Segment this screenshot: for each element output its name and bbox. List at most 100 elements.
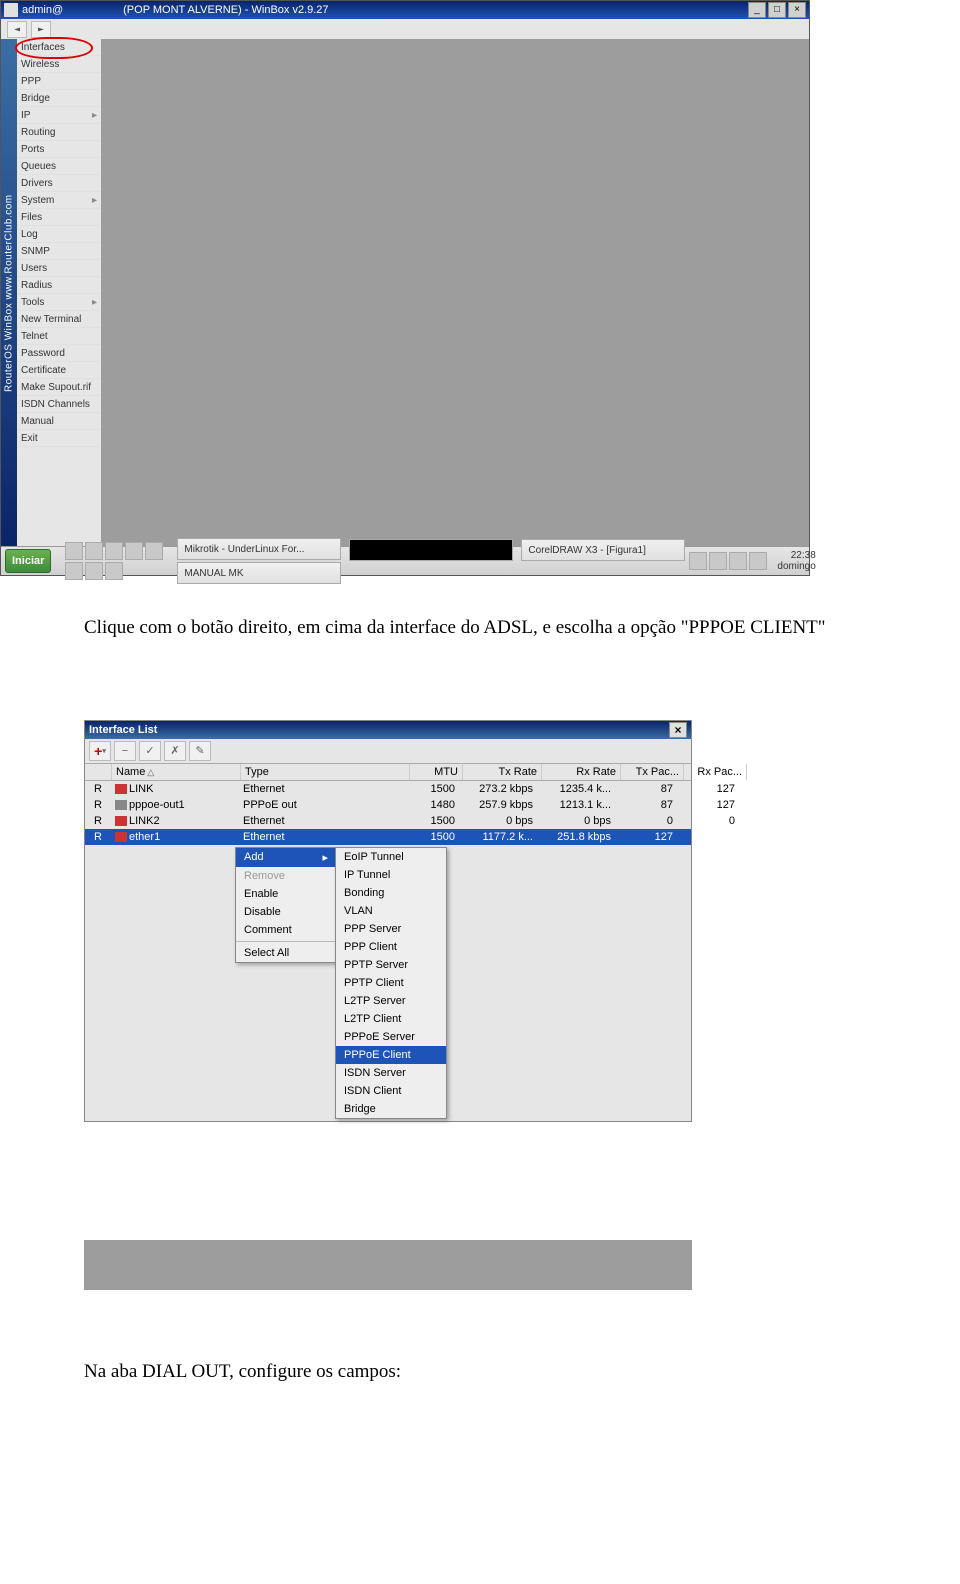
minimize-button[interactable]: _ bbox=[748, 2, 766, 18]
table-row[interactable]: Rether1Ethernet15001177.2 k...251.8 kbps… bbox=[85, 829, 691, 845]
menu-item-interfaces[interactable]: Interfaces bbox=[17, 39, 101, 56]
menu-item-ppp[interactable]: PPP bbox=[17, 73, 101, 90]
quicklaunch-icon[interactable] bbox=[85, 542, 103, 560]
menu-item-routing[interactable]: Routing bbox=[17, 124, 101, 141]
sideband-label: RouterOS WinBox www.RouterClub.com bbox=[1, 39, 17, 547]
app-icon bbox=[4, 3, 18, 17]
clock[interactable]: 22:38 domingo bbox=[773, 550, 819, 572]
sub-eoip-tunnel[interactable]: EoIP Tunnel bbox=[336, 848, 446, 866]
add-button[interactable]: +▾ bbox=[89, 741, 111, 761]
tray-icon[interactable] bbox=[729, 552, 747, 570]
instruction-text-1: Clique com o botão direito, em cima da i… bbox=[84, 616, 884, 640]
start-button[interactable]: Iniciar bbox=[5, 549, 51, 573]
menu-item-ip[interactable]: IP▸ bbox=[17, 107, 101, 124]
menu-item-new-terminal[interactable]: New Terminal bbox=[17, 311, 101, 328]
interface-icon bbox=[115, 832, 127, 842]
menu-item-exit[interactable]: Exit bbox=[17, 430, 101, 447]
window-titlebar[interactable]: Interface List × bbox=[85, 721, 691, 739]
context-menu: Add▸RemoveEnableDisableCommentSelect All bbox=[235, 847, 337, 963]
close-button[interactable]: × bbox=[788, 2, 806, 18]
ctx-disable[interactable]: Disable bbox=[236, 903, 336, 921]
taskbar-task[interactable]: Mikrotik - UnderLinux For... bbox=[177, 538, 341, 560]
taskbar-task[interactable] bbox=[349, 539, 513, 561]
forward-button[interactable]: ► bbox=[31, 21, 51, 38]
col-flag[interactable] bbox=[85, 764, 112, 780]
menu-item-snmp[interactable]: SNMP bbox=[17, 243, 101, 260]
tray-icon[interactable] bbox=[749, 552, 767, 570]
col-rxrate[interactable]: Rx Rate bbox=[542, 764, 621, 780]
back-button[interactable]: ◄ bbox=[7, 21, 27, 38]
sub-pppoe-client[interactable]: PPPoE Client bbox=[336, 1046, 446, 1064]
close-button[interactable]: × bbox=[669, 722, 687, 738]
ctx-add[interactable]: Add▸ bbox=[236, 848, 336, 867]
sub-pptp-server[interactable]: PPTP Server bbox=[336, 956, 446, 974]
menu-item-make-supout.rif[interactable]: Make Supout.rif bbox=[17, 379, 101, 396]
menu-item-ports[interactable]: Ports bbox=[17, 141, 101, 158]
menu-item-password[interactable]: Password bbox=[17, 345, 101, 362]
table-row[interactable]: RLINKEthernet1500273.2 kbps1235.4 k...87… bbox=[85, 781, 691, 797]
table-row[interactable]: RLINK2Ethernet15000 bps0 bps00 bbox=[85, 813, 691, 829]
taskbar-task[interactable]: CorelDRAW X3 - [Figura1] bbox=[521, 539, 685, 561]
sub-pppoe-server[interactable]: PPPoE Server bbox=[336, 1028, 446, 1046]
grid-header: Name△ Type MTU Tx Rate Rx Rate Tx Pac...… bbox=[85, 764, 691, 781]
quicklaunch-icon[interactable] bbox=[105, 562, 123, 580]
menu-item-manual[interactable]: Manual bbox=[17, 413, 101, 430]
sub-vlan[interactable]: VLAN bbox=[336, 902, 446, 920]
sub-bridge[interactable]: Bridge bbox=[336, 1100, 446, 1118]
menu-item-telnet[interactable]: Telnet bbox=[17, 328, 101, 345]
sub-isdn-server[interactable]: ISDN Server bbox=[336, 1064, 446, 1082]
sub-pptp-client[interactable]: PPTP Client bbox=[336, 974, 446, 992]
sub-l2tp-server[interactable]: L2TP Server bbox=[336, 992, 446, 1010]
titlebar[interactable]: admin@ (POP MONT ALVERNE) - WinBox v2.9.… bbox=[1, 1, 809, 19]
remove-button[interactable]: − bbox=[114, 741, 136, 761]
col-txpac[interactable]: Tx Pac... bbox=[621, 764, 684, 780]
title-suffix: (POP MONT ALVERNE) - WinBox v2.9.27 bbox=[123, 4, 328, 16]
quicklaunch-icon[interactable] bbox=[85, 562, 103, 580]
col-name[interactable]: Name△ bbox=[112, 764, 241, 780]
menu-item-queues[interactable]: Queues bbox=[17, 158, 101, 175]
interface-grid: Name△ Type MTU Tx Rate Rx Rate Tx Pac...… bbox=[85, 764, 691, 845]
instruction-text-2: Na aba DIAL OUT, configure os campos: bbox=[84, 1360, 884, 1384]
menu-item-wireless[interactable]: Wireless bbox=[17, 56, 101, 73]
sub-ppp-server[interactable]: PPP Server bbox=[336, 920, 446, 938]
menu-item-files[interactable]: Files bbox=[17, 209, 101, 226]
interface-icon bbox=[115, 816, 127, 826]
menu-item-certificate[interactable]: Certificate bbox=[17, 362, 101, 379]
disable-button[interactable]: ✗ bbox=[164, 741, 186, 761]
submenu-arrow-icon: ▸ bbox=[322, 851, 328, 864]
quicklaunch-icon[interactable] bbox=[65, 542, 83, 560]
col-mtu[interactable]: MTU bbox=[410, 764, 463, 780]
comment-button[interactable]: ✎ bbox=[189, 741, 211, 761]
menu-item-bridge[interactable]: Bridge bbox=[17, 90, 101, 107]
background-area bbox=[84, 1240, 692, 1290]
menu-item-isdn-channels[interactable]: ISDN Channels bbox=[17, 396, 101, 413]
menu-item-system[interactable]: System▸ bbox=[17, 192, 101, 209]
interface-list-screenshot: Interface List × +▾ − ✓ ✗ ✎ Name△ Type M… bbox=[84, 720, 692, 1290]
sub-l2tp-client[interactable]: L2TP Client bbox=[336, 1010, 446, 1028]
menu-item-users[interactable]: Users bbox=[17, 260, 101, 277]
quicklaunch-icon[interactable] bbox=[125, 542, 143, 560]
sub-isdn-client[interactable]: ISDN Client bbox=[336, 1082, 446, 1100]
quicklaunch-icon[interactable] bbox=[65, 562, 83, 580]
col-type[interactable]: Type bbox=[241, 764, 410, 780]
col-txrate[interactable]: Tx Rate bbox=[463, 764, 542, 780]
sub-bonding[interactable]: Bonding bbox=[336, 884, 446, 902]
col-rxpac[interactable]: Rx Pac... bbox=[684, 764, 747, 780]
tray-icon[interactable] bbox=[689, 552, 707, 570]
quicklaunch-icon[interactable] bbox=[105, 542, 123, 560]
menu-item-log[interactable]: Log bbox=[17, 226, 101, 243]
sub-ip-tunnel[interactable]: IP Tunnel bbox=[336, 866, 446, 884]
taskbar-task[interactable]: MANUAL MK bbox=[177, 562, 341, 584]
sub-ppp-client[interactable]: PPP Client bbox=[336, 938, 446, 956]
quicklaunch-icon[interactable] bbox=[145, 542, 163, 560]
menu-item-drivers[interactable]: Drivers bbox=[17, 175, 101, 192]
enable-button[interactable]: ✓ bbox=[139, 741, 161, 761]
ctx-select-all[interactable]: Select All bbox=[236, 944, 336, 962]
tray-icon[interactable] bbox=[709, 552, 727, 570]
maximize-button[interactable]: □ bbox=[768, 2, 786, 18]
ctx-comment[interactable]: Comment bbox=[236, 921, 336, 939]
menu-item-radius[interactable]: Radius bbox=[17, 277, 101, 294]
table-row[interactable]: Rpppoe-out1PPPoE out1480257.9 kbps1213.1… bbox=[85, 797, 691, 813]
ctx-enable[interactable]: Enable bbox=[236, 885, 336, 903]
menu-item-tools[interactable]: Tools▸ bbox=[17, 294, 101, 311]
